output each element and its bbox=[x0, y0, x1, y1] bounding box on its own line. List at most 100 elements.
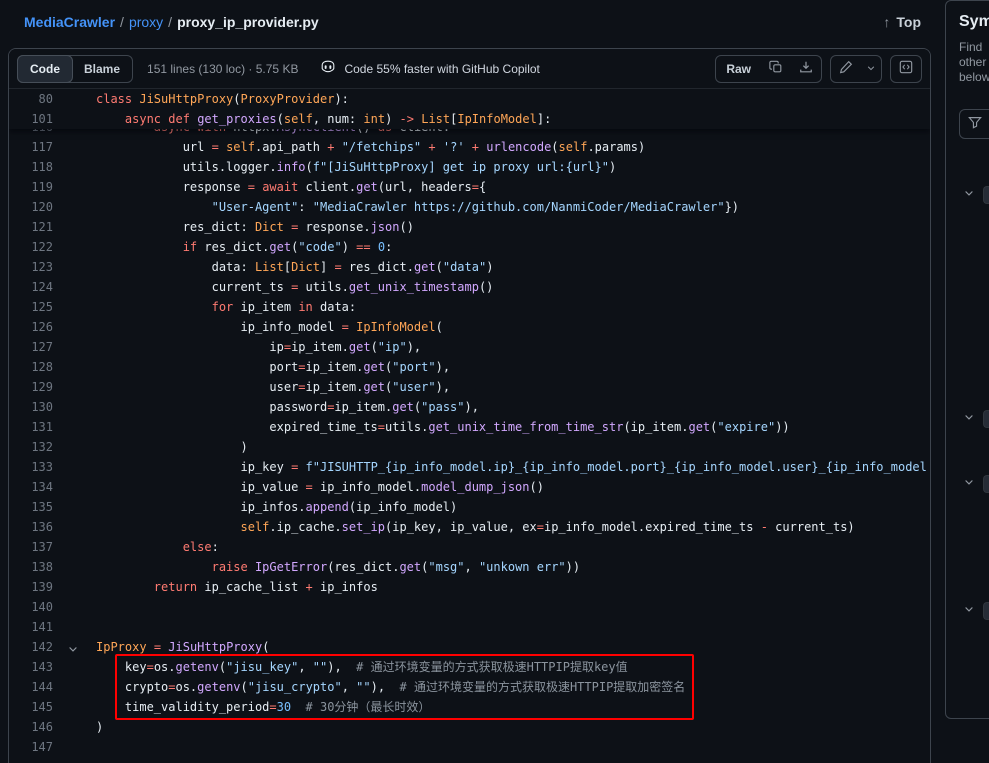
copilot-text: Code 55% faster with GitHub Copilot bbox=[344, 62, 539, 76]
breadcrumb-folder-link[interactable]: proxy bbox=[129, 14, 163, 30]
line-number[interactable]: 141 bbox=[9, 617, 53, 637]
code-text: ip=ip_item.get("ip"), bbox=[96, 337, 930, 357]
line-number[interactable]: 138 bbox=[9, 557, 53, 577]
symbols-sidebar: Symbols Find other below bbox=[945, 0, 989, 719]
line-number[interactable]: 133 bbox=[9, 457, 53, 477]
line-number[interactable]: 124 bbox=[9, 277, 53, 297]
chevron-down-icon bbox=[963, 410, 975, 428]
code-text: self.ip_cache.set_ip(ip_key, ip_value, e… bbox=[96, 517, 930, 537]
line-number[interactable]: 127 bbox=[9, 337, 53, 357]
tab-code[interactable]: Code bbox=[17, 55, 73, 83]
gutter bbox=[53, 417, 96, 437]
gutter bbox=[53, 617, 96, 637]
gutter bbox=[53, 537, 96, 557]
code-line: 120 "User-Agent": "MediaCrawler https://… bbox=[9, 197, 930, 217]
code-text: IpProxy = JiSuHttpProxy( bbox=[96, 637, 930, 657]
code-line: 143 key=os.getenv("jisu_key", ""), # 通过环… bbox=[9, 657, 930, 677]
line-number[interactable]: 80 bbox=[9, 89, 53, 109]
gutter bbox=[53, 737, 96, 757]
line-number[interactable]: 144 bbox=[9, 677, 53, 697]
gutter bbox=[53, 217, 96, 237]
symbols-panel-icon bbox=[899, 60, 913, 77]
code-text: ip_info_model = IpInfoModel( bbox=[96, 317, 930, 337]
line-number[interactable]: 117 bbox=[9, 137, 53, 157]
code-line: 118 utils.logger.info(f"[JiSuHttpProxy] … bbox=[9, 157, 930, 177]
tab-blame[interactable]: Blame bbox=[72, 55, 132, 83]
gutter bbox=[53, 89, 96, 109]
gutter bbox=[53, 109, 96, 129]
edit-dropdown-button[interactable] bbox=[861, 56, 881, 82]
gutter bbox=[53, 437, 96, 457]
line-number[interactable]: 130 bbox=[9, 397, 53, 417]
edit-button[interactable] bbox=[831, 56, 861, 82]
symbols-panel-description: Find other below bbox=[959, 40, 989, 85]
code-view: 116 async with httpx.AsyncClient() as cl… bbox=[9, 89, 930, 762]
code-text: ) bbox=[96, 717, 930, 737]
code-text: key=os.getenv("jisu_key", ""), # 通过环境变量的… bbox=[96, 657, 930, 677]
symbols-panel-title: Symbols bbox=[959, 13, 989, 31]
code-line: 101 async def get_proxies(self, num: int… bbox=[9, 109, 930, 129]
line-number[interactable]: 135 bbox=[9, 497, 53, 517]
line-number[interactable]: 131 bbox=[9, 417, 53, 437]
download-button[interactable] bbox=[791, 56, 821, 82]
line-number[interactable]: 134 bbox=[9, 477, 53, 497]
line-number[interactable]: 139 bbox=[9, 577, 53, 597]
up-arrow-icon: ↑ bbox=[883, 14, 890, 30]
line-number[interactable]: 143 bbox=[9, 657, 53, 677]
chevron-down-icon bbox=[963, 602, 975, 620]
line-number[interactable]: 132 bbox=[9, 437, 53, 457]
symbol-group-toggle[interactable] bbox=[963, 410, 989, 428]
code-text: crypto=os.getenv("jisu_crypto", ""), # 通… bbox=[96, 677, 930, 697]
line-number[interactable]: 101 bbox=[9, 109, 53, 129]
file-header: MediaCrawler/proxy/proxy_ip_provider.py … bbox=[0, 0, 931, 44]
gutter bbox=[53, 157, 96, 177]
symbol-group-toggle[interactable] bbox=[963, 475, 989, 493]
code-toolbar: Code Blame 151 lines (130 loc) · 5.75 KB… bbox=[9, 49, 930, 89]
line-number[interactable]: 125 bbox=[9, 297, 53, 317]
gutter bbox=[53, 517, 96, 537]
scroll-to-top-button[interactable]: ↑ Top bbox=[883, 14, 921, 30]
chevron-down-icon bbox=[963, 186, 975, 204]
copy-icon bbox=[769, 60, 783, 77]
line-number[interactable]: 120 bbox=[9, 197, 53, 217]
code-line: 147 bbox=[9, 737, 930, 757]
breadcrumb-separator: / bbox=[120, 14, 124, 30]
line-number[interactable]: 119 bbox=[9, 177, 53, 197]
code-line: 125 for ip_item in data: bbox=[9, 297, 930, 317]
raw-button[interactable]: Raw bbox=[716, 56, 761, 82]
code-text: ip_infos.append(ip_info_model) bbox=[96, 497, 930, 517]
breadcrumb: MediaCrawler/proxy/proxy_ip_provider.py bbox=[24, 14, 319, 30]
line-number[interactable]: 118 bbox=[9, 157, 53, 177]
line-number[interactable]: 136 bbox=[9, 517, 53, 537]
line-number[interactable]: 123 bbox=[9, 257, 53, 277]
gutter bbox=[53, 577, 96, 597]
line-number[interactable]: 126 bbox=[9, 317, 53, 337]
line-number[interactable]: 128 bbox=[9, 357, 53, 377]
line-number[interactable]: 142 bbox=[9, 637, 53, 657]
code-text: data: List[Dict] = res_dict.get("data") bbox=[96, 257, 930, 277]
code-blame-segmented-control: Code Blame bbox=[17, 55, 133, 83]
line-number[interactable]: 129 bbox=[9, 377, 53, 397]
symbol-group-toggle[interactable] bbox=[963, 602, 989, 620]
line-number[interactable]: 137 bbox=[9, 537, 53, 557]
filter-funnel-icon bbox=[968, 115, 982, 134]
symbols-description-line: below bbox=[959, 70, 989, 85]
code-line: 121 res_dict: Dict = response.json() bbox=[9, 217, 930, 237]
line-number[interactable]: 147 bbox=[9, 737, 53, 757]
symbols-panel-toggle-button[interactable] bbox=[890, 55, 922, 83]
line-number[interactable]: 146 bbox=[9, 717, 53, 737]
line-number[interactable]: 140 bbox=[9, 597, 53, 617]
symbol-group-toggle[interactable] bbox=[963, 186, 989, 204]
line-number[interactable]: 145 bbox=[9, 697, 53, 717]
symbols-filter-input[interactable] bbox=[959, 109, 989, 139]
code-text: if res_dict.get("code") == 0: bbox=[96, 237, 930, 257]
github-file-view: MediaCrawler/proxy/proxy_ip_provider.py … bbox=[0, 0, 989, 763]
line-number[interactable]: 121 bbox=[9, 217, 53, 237]
code-line: 142 IpProxy = JiSuHttpProxy( bbox=[9, 637, 930, 657]
breadcrumb-repo-link[interactable]: MediaCrawler bbox=[24, 14, 115, 30]
line-number[interactable]: 122 bbox=[9, 237, 53, 257]
gutter bbox=[53, 697, 96, 717]
symbol-pill-fragment bbox=[983, 602, 989, 620]
code-text: raise IpGetError(res_dict.get("msg", "un… bbox=[96, 557, 930, 577]
copy-button[interactable] bbox=[761, 56, 791, 82]
